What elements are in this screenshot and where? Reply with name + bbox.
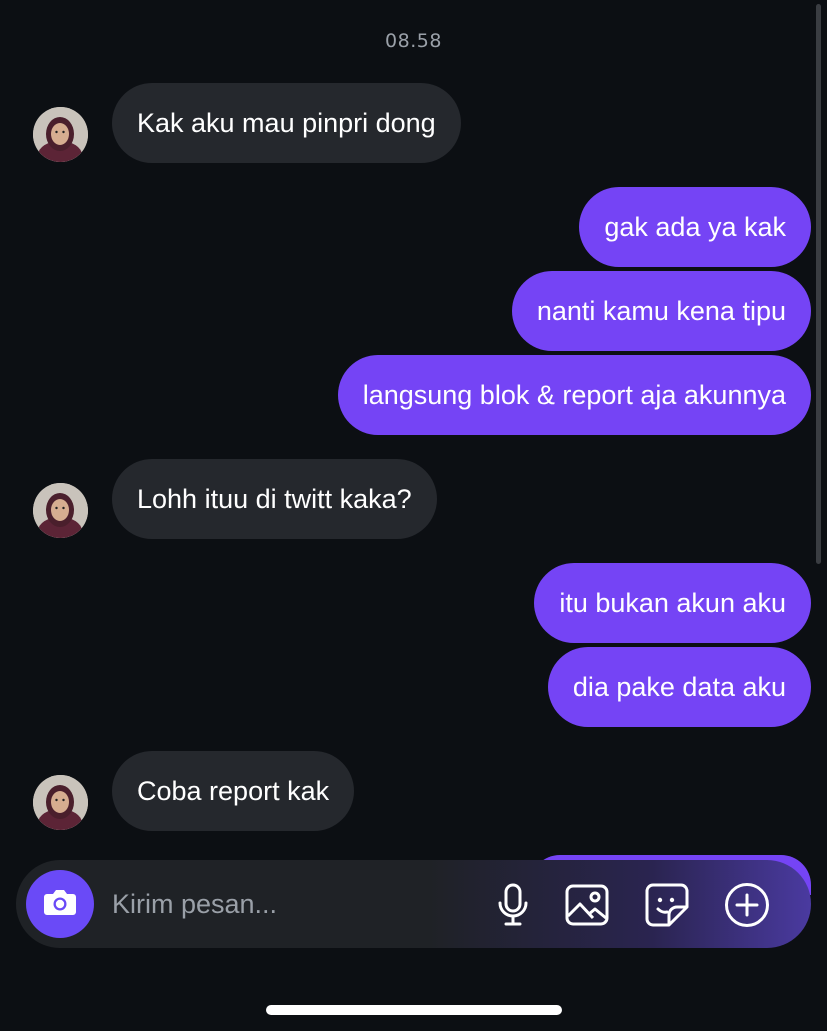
message-row: Coba report kak [0, 751, 827, 831]
message-bubble-outgoing[interactable]: nanti kamu kena tipu [511, 271, 811, 351]
message-input[interactable]: Kirim pesan... [112, 860, 277, 948]
message-bubble-incoming[interactable]: Lohh ituu di twitt kaka? [112, 459, 437, 539]
message-bubble-outgoing[interactable]: gak ada ya kak [579, 187, 811, 267]
message-bubble-outgoing[interactable]: langsung blok & report aja akunnya [337, 355, 811, 435]
message-row: Kak aku mau pinpri dong [0, 83, 827, 163]
message-row: Lohh ituu di twitt kaka? [0, 459, 827, 539]
message-row: gak ada ya kak [0, 187, 827, 267]
message-bubble-outgoing[interactable]: itu bukan akun aku [534, 563, 811, 643]
sticker-icon[interactable] [644, 882, 690, 928]
avatar[interactable] [33, 483, 88, 538]
message-bubble-incoming[interactable]: Kak aku mau pinpri dong [112, 83, 461, 163]
microphone-icon[interactable] [490, 882, 536, 928]
message-timestamp: 08.58 [385, 30, 442, 52]
image-icon[interactable] [564, 882, 610, 928]
camera-icon [43, 887, 77, 922]
home-indicator[interactable] [266, 1005, 562, 1015]
message-composer: Kirim pesan... [16, 860, 811, 948]
camera-button[interactable] [26, 870, 94, 938]
message-row: dia pake data aku [0, 647, 827, 727]
message-row: langsung blok & report aja akunnya [0, 355, 827, 435]
message-bubble-incoming[interactable]: Coba report kak [112, 751, 355, 831]
message-row: itu bukan akun aku [0, 563, 827, 643]
message-row: nanti kamu kena tipu [0, 271, 827, 351]
avatar[interactable] [33, 775, 88, 830]
plus-icon[interactable] [724, 882, 770, 928]
message-bubble-outgoing[interactable]: dia pake data aku [547, 647, 811, 727]
avatar[interactable] [33, 107, 88, 162]
